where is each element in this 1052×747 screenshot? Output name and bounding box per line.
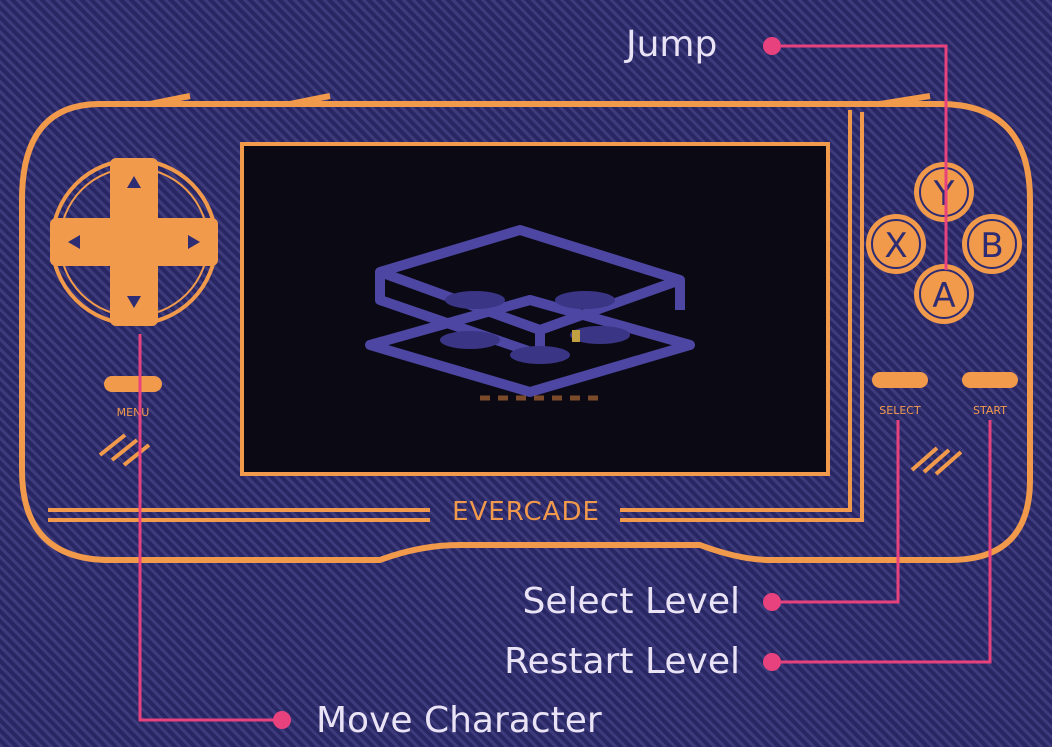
callout-dot-icon bbox=[763, 653, 781, 671]
speaker-grill-right bbox=[910, 446, 963, 476]
menu-button[interactable] bbox=[104, 376, 162, 392]
a-button-label: A bbox=[932, 276, 955, 316]
start-label: START bbox=[973, 404, 1007, 417]
callout-dot-icon bbox=[273, 711, 291, 729]
controls-diagram: MENU Y X B A SELECT START EVERCADE bbox=[19, 37, 1033, 729]
restart-level-callout: Restart Level bbox=[504, 641, 740, 682]
select-button[interactable] bbox=[872, 372, 928, 388]
select-level-callout: Select Level bbox=[522, 581, 740, 622]
b-button[interactable]: B bbox=[962, 214, 1022, 274]
callout-dot-icon bbox=[763, 593, 781, 611]
a-button[interactable]: A bbox=[914, 264, 974, 324]
brand-logo: EVERCADE bbox=[452, 497, 600, 527]
start-button[interactable] bbox=[962, 372, 1018, 388]
x-button[interactable]: X bbox=[866, 214, 926, 274]
move-character-callout: Move Character bbox=[316, 700, 602, 741]
y-button-label: Y bbox=[933, 174, 955, 214]
menu-label: MENU bbox=[117, 406, 150, 419]
player-sprite bbox=[572, 330, 580, 342]
speaker-grill-left bbox=[98, 433, 151, 467]
x-button-label: X bbox=[884, 226, 907, 266]
jump-callout: Jump bbox=[626, 24, 718, 65]
b-button-label: B bbox=[980, 226, 1003, 266]
y-button[interactable]: Y bbox=[914, 162, 974, 222]
select-label: SELECT bbox=[879, 404, 921, 417]
game-screen bbox=[240, 142, 830, 476]
callout-dot-icon bbox=[763, 37, 781, 55]
